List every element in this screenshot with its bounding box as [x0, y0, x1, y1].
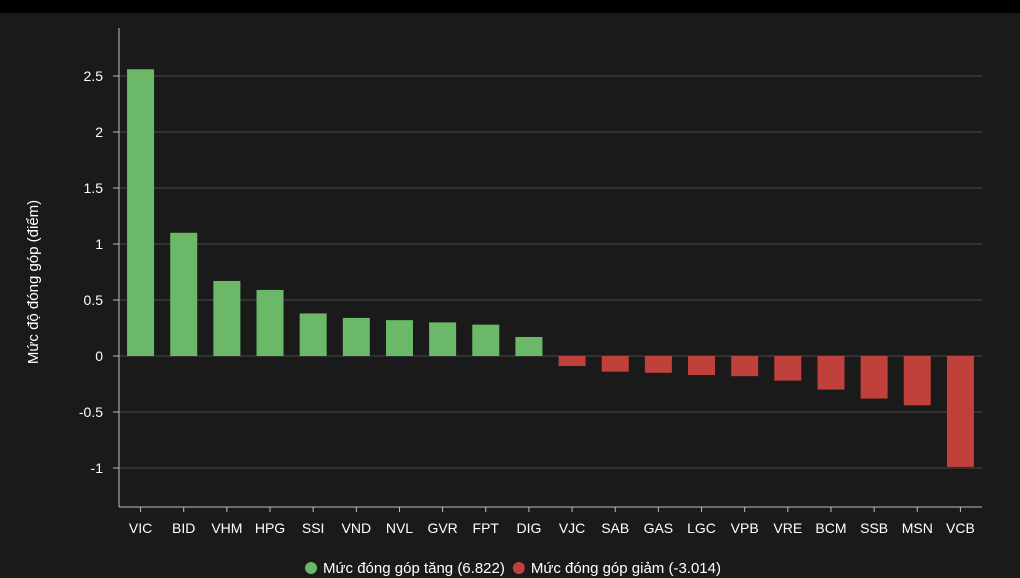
bar-nvl — [385, 320, 413, 356]
x-tick-label: VHM — [211, 520, 242, 536]
y-axis-title: Mức độ đóng góp (điểm) — [25, 200, 42, 364]
bar-vcb — [946, 356, 974, 467]
labels-layer: -1 -0.5 0 0.5 1 1.5 2 2.5 VIC BID VHM HPG SSI VND NVL G… — [79, 68, 975, 536]
x-tick-label: SSI — [302, 520, 325, 536]
grid-layer — [113, 75, 982, 469]
x-tick-label: HPG — [255, 520, 285, 536]
y-tick-label: 2 — [95, 124, 103, 140]
y-tick-label: 2.5 — [84, 68, 104, 84]
x-tick-label: VPB — [731, 520, 759, 536]
y-tick-label: 1.5 — [84, 180, 104, 196]
x-tick-label: BID — [172, 520, 195, 536]
bar-vpb — [731, 356, 759, 377]
x-tick-label: BCM — [815, 520, 846, 536]
bar-bcm — [817, 356, 845, 390]
x-tick-label: LGC — [687, 520, 716, 536]
bar-vjc — [558, 356, 586, 367]
x-tick-label: GAS — [644, 520, 674, 536]
x-tick-label: VND — [342, 520, 372, 536]
bar-vnd — [342, 317, 370, 356]
y-tick-label: 1 — [95, 236, 103, 252]
axes-layer — [118, 28, 982, 512]
bar-fpt — [472, 324, 500, 356]
legend-marker — [512, 562, 525, 574]
bar-vhm — [213, 280, 241, 356]
x-tick-label: NVL — [386, 520, 413, 536]
x-tick-label: FPT — [473, 520, 500, 536]
legend-label: Mức đóng góp giảm (-3.014) — [531, 560, 721, 577]
x-tick-label: VIC — [129, 520, 152, 536]
bar-vre — [774, 356, 802, 381]
x-tick-label: VJC — [559, 520, 585, 536]
chart-root: -1 -0.5 0 0.5 1 1.5 2 2.5 VIC BID VHM HPG SSI VND NVL G… — [0, 0, 1020, 578]
bar-chart: -1 -0.5 0 0.5 1 1.5 2 2.5 VIC BID VHM HPG SSI VND NVL G… — [25, 28, 982, 577]
y-tick-label: 0 — [95, 348, 103, 364]
x-tick-label: MSN — [902, 520, 933, 536]
legend: Mức đóng góp tăng (6.822) Mức đóng góp gi… — [305, 560, 721, 577]
legend-marker — [305, 562, 318, 574]
bar-ssb — [860, 356, 888, 399]
bar-gas — [644, 356, 672, 373]
x-tick-label: SSB — [860, 520, 888, 536]
legend-label: Mức đóng góp tăng (6.822) — [323, 560, 505, 577]
bar-msn — [903, 356, 931, 406]
y-tick-label: 0.5 — [84, 292, 104, 308]
bar-ssi — [299, 313, 327, 356]
bar-dig — [515, 336, 543, 356]
bar-vic — [127, 69, 155, 356]
y-tick-label: -1 — [91, 460, 104, 476]
bar-bid — [170, 232, 198, 356]
x-tick-label: VCB — [946, 520, 975, 536]
x-tick-label: GVR — [427, 520, 457, 536]
x-tick-label: DIG — [516, 520, 541, 536]
legend-item-positive[interactable]: Mức đóng góp tăng (6.822) — [305, 560, 505, 577]
bar-hpg — [256, 289, 284, 356]
legend-item-negative[interactable]: Mức đóng góp giảm (-3.014) — [512, 560, 721, 577]
x-tick-label: SAB — [601, 520, 629, 536]
bars-layer — [127, 69, 974, 467]
bar-gvr — [429, 322, 457, 356]
x-tick-label: VRE — [773, 520, 802, 536]
bar-sab — [601, 356, 629, 372]
bar-lgc — [688, 356, 716, 376]
y-tick-label: -0.5 — [79, 404, 103, 420]
